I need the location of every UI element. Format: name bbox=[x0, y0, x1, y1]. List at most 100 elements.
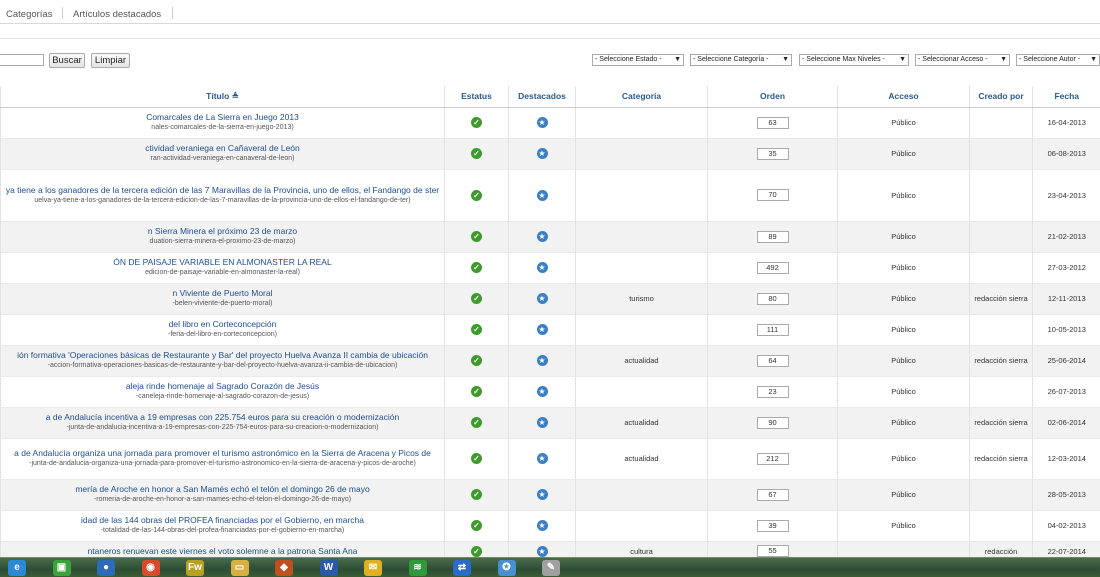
article-title-link[interactable]: ntaneros renuevan este viernes el voto s… bbox=[1, 546, 444, 557]
article-title-link[interactable]: ión formativa 'Operaciones básicas de Re… bbox=[1, 350, 444, 361]
featured-star-icon[interactable]: ★ bbox=[536, 117, 548, 128]
article-title-link[interactable]: ÓN DE PAISAJE VARIABLE EN ALMONASTER LA … bbox=[1, 257, 444, 268]
article-title-link[interactable]: del libro en Corteconcepción bbox=[1, 319, 444, 330]
order-input[interactable]: 55 bbox=[756, 545, 789, 557]
published-check-icon[interactable]: ✓ bbox=[471, 324, 482, 335]
table-row[interactable]: ión formativa 'Operaciones básicas de Re… bbox=[0, 345, 1100, 377]
featured-star-icon[interactable]: ★ bbox=[536, 520, 548, 531]
article-title-link[interactable]: Comarcales de La Sierra en Juego 2013 bbox=[1, 112, 444, 123]
table-row[interactable]: aleja rinde homenaje al Sagrado Corazón … bbox=[0, 376, 1100, 408]
published-check-icon[interactable]: ✓ bbox=[471, 293, 482, 304]
article-title-link[interactable]: aleja rinde homenaje al Sagrado Corazón … bbox=[1, 381, 444, 392]
order-input[interactable]: 64 bbox=[756, 354, 789, 367]
published-check-icon[interactable]: ✓ bbox=[471, 386, 482, 397]
table-row[interactable]: a de Andalucía organiza una jornada para… bbox=[0, 438, 1100, 480]
date-column-header[interactable]: Fecha bbox=[1032, 86, 1100, 108]
explorer-icon[interactable]: ▭ bbox=[230, 560, 249, 576]
table-row[interactable]: ÓN DE PAISAJE VARIABLE EN ALMONASTER LA … bbox=[0, 252, 1100, 284]
access-filter-select[interactable]: - Seleccionar Acceso - ▼ bbox=[915, 54, 1010, 66]
order-input[interactable]: 111 bbox=[756, 323, 789, 336]
table-row[interactable]: idad de las 144 obras del PROFEA financi… bbox=[0, 510, 1100, 542]
published-check-icon[interactable]: ✓ bbox=[471, 520, 482, 531]
order-input[interactable]: 70 bbox=[756, 189, 789, 201]
order-column-header[interactable]: Orden bbox=[707, 86, 838, 108]
published-check-icon[interactable]: ✓ bbox=[471, 417, 482, 428]
published-check-icon[interactable]: ✓ bbox=[471, 117, 482, 128]
tab-articulos-destacados[interactable]: Artículos destacados bbox=[73, 9, 161, 20]
table-row[interactable]: ctividad veraniega en Cañaveral de León r… bbox=[0, 138, 1100, 170]
search-button[interactable]: Buscar bbox=[49, 53, 85, 68]
order-input[interactable]: 89 bbox=[756, 230, 789, 243]
dog-icon[interactable]: ◆ bbox=[275, 560, 293, 576]
teamviewer-icon[interactable]: ⇄ bbox=[453, 560, 471, 576]
featured-star-icon[interactable]: ★ bbox=[536, 453, 548, 464]
published-check-icon[interactable]: ✓ bbox=[471, 489, 482, 500]
category-filter-select[interactable]: - Seleccione Categoría - ▼ bbox=[690, 54, 792, 66]
featured-star-icon[interactable]: ★ bbox=[536, 262, 548, 273]
tool-icon[interactable]: ✎ bbox=[542, 560, 560, 576]
fireworks-icon[interactable]: Fw bbox=[186, 560, 204, 576]
featured-star-icon[interactable]: ★ bbox=[536, 489, 548, 500]
featured-star-icon[interactable]: ★ bbox=[536, 231, 548, 242]
order-input[interactable]: 212 bbox=[756, 452, 789, 465]
published-check-icon[interactable]: ✓ bbox=[471, 355, 482, 366]
max-levels-filter-select[interactable]: - Seleccione Max Niveles - ▼ bbox=[799, 54, 909, 66]
order-input[interactable]: 39 bbox=[756, 519, 789, 532]
featured-star-icon[interactable]: ★ bbox=[536, 355, 548, 366]
article-title-link[interactable]: idad de las 144 obras del PROFEA financi… bbox=[1, 515, 444, 526]
article-title-link[interactable]: ctividad veraniega en Cañaveral de León bbox=[1, 143, 444, 154]
order-input[interactable]: 67 bbox=[756, 488, 789, 501]
app-icon[interactable]: ● bbox=[97, 560, 115, 576]
published-check-icon[interactable]: ✓ bbox=[471, 262, 482, 273]
access-column-header[interactable]: Acceso bbox=[837, 86, 970, 108]
published-check-icon[interactable]: ✓ bbox=[471, 231, 482, 242]
table-row[interactable]: mería de Aroche en honor a San Mamés ech… bbox=[0, 479, 1100, 511]
table-row[interactable]: n Sierra Minera el próximo 23 de marzo du… bbox=[0, 221, 1100, 253]
published-check-icon[interactable]: ✓ bbox=[471, 189, 482, 201]
article-title-link[interactable]: a de Andalucía incentiva a 19 empresas c… bbox=[1, 412, 444, 423]
article-title-link[interactable]: ya tiene a los ganadores de la tercera e… bbox=[1, 185, 444, 196]
featured-star-icon[interactable]: ★ bbox=[536, 189, 548, 201]
order-input[interactable]: 492 bbox=[756, 261, 789, 274]
ie-icon[interactable]: e bbox=[8, 560, 26, 576]
published-check-icon[interactable]: ✓ bbox=[471, 545, 482, 557]
author-filter-select[interactable]: - Seleccione Autor - ▼ bbox=[1016, 54, 1100, 66]
mail-icon[interactable]: ✉ bbox=[364, 560, 382, 576]
article-title-link[interactable]: mería de Aroche en honor a San Mamés ech… bbox=[1, 484, 444, 495]
order-input[interactable]: 63 bbox=[756, 116, 789, 129]
status-column-header[interactable]: Estatus bbox=[444, 86, 509, 108]
status-filter-select[interactable]: - Seleccione Estado - ▼ bbox=[592, 54, 684, 66]
search-input[interactable] bbox=[0, 54, 44, 66]
table-row[interactable]: ya tiene a los ganadores de la tercera e… bbox=[0, 169, 1100, 222]
order-input[interactable]: 90 bbox=[756, 416, 789, 429]
published-check-icon[interactable]: ✓ bbox=[471, 148, 482, 159]
featured-star-icon[interactable]: ★ bbox=[536, 293, 548, 304]
store-icon[interactable]: ▣ bbox=[52, 560, 71, 576]
tab-categorias[interactable]: Categorías bbox=[6, 9, 52, 20]
featured-column-header[interactable]: Destacados bbox=[508, 86, 576, 108]
order-input[interactable]: 80 bbox=[756, 292, 789, 305]
featured-star-icon[interactable]: ★ bbox=[536, 417, 548, 428]
created-by-column-header[interactable]: Creado por bbox=[969, 86, 1033, 108]
order-input[interactable]: 35 bbox=[756, 147, 789, 160]
spotify-icon[interactable]: ≋ bbox=[408, 560, 427, 576]
article-title-link[interactable]: n Viviente de Puerto Moral bbox=[1, 288, 444, 299]
featured-star-icon[interactable]: ★ bbox=[536, 545, 548, 557]
featured-star-icon[interactable]: ★ bbox=[536, 148, 548, 159]
word-icon[interactable]: W bbox=[319, 560, 338, 576]
table-row[interactable]: a de Andalucía incentiva a 19 empresas c… bbox=[0, 407, 1100, 439]
clear-button[interactable]: Limpiar bbox=[91, 53, 130, 68]
title-column-header[interactable]: Título ≜ bbox=[0, 86, 445, 108]
article-title-link[interactable]: a de Andalucía organiza una jornada para… bbox=[1, 448, 444, 459]
table-row[interactable]: n Viviente de Puerto Moral -belen-vivient… bbox=[0, 283, 1100, 315]
order-input[interactable]: 23 bbox=[756, 385, 789, 398]
table-row[interactable]: Comarcales de La Sierra en Juego 2013 nal… bbox=[0, 107, 1100, 139]
featured-star-icon[interactable]: ★ bbox=[536, 386, 548, 397]
chrome-icon[interactable]: ◉ bbox=[141, 560, 160, 576]
published-check-icon[interactable]: ✓ bbox=[471, 453, 482, 464]
category-column-header[interactable]: Categoría bbox=[575, 86, 708, 108]
featured-star-icon[interactable]: ★ bbox=[536, 324, 548, 335]
safari-icon[interactable]: ✪ bbox=[497, 560, 516, 576]
article-title-link[interactable]: n Sierra Minera el próximo 23 de marzo bbox=[1, 226, 444, 237]
table-row[interactable]: del libro en Corteconcepción -feria-del-l… bbox=[0, 314, 1100, 346]
